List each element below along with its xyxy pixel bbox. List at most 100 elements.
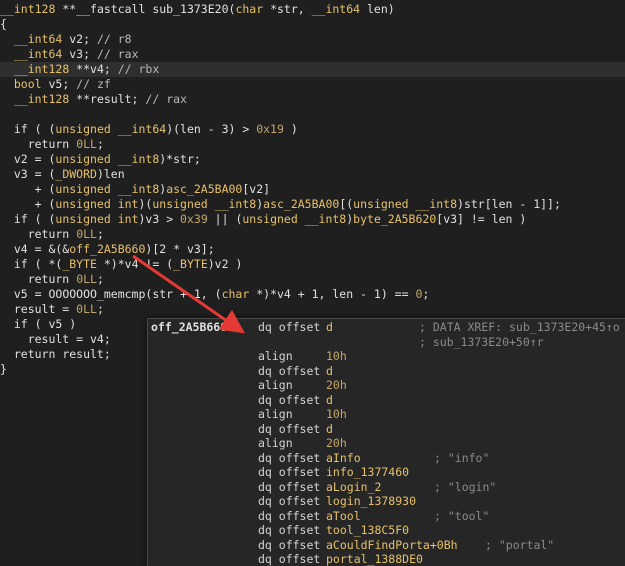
disasm-operand[interactable]: 20h xyxy=(326,378,347,393)
code-line[interactable]: + (unsigned __int8)asc_2A5BA00[v2] xyxy=(0,182,270,197)
disasm-operand[interactable]: 20h xyxy=(326,436,347,451)
disasm-row: dq offset d xyxy=(148,364,625,379)
code-token: )v3 > xyxy=(138,212,181,226)
code-line[interactable]: v2 = (unsigned __int8)*str; xyxy=(0,152,201,167)
code-token: v5; xyxy=(41,77,77,91)
code-line[interactable]: return result; xyxy=(0,347,111,362)
code-token: return xyxy=(0,347,56,361)
code-token: 0x39 xyxy=(180,212,208,226)
code-token: ; xyxy=(96,272,104,286)
code-token: ( v5 ) xyxy=(27,317,77,331)
disasm-row: dq offset aTool ; "tool" xyxy=(148,509,625,524)
code-token: __int128 xyxy=(13,62,70,76)
disasm-label[interactable]: off_2A5B660 xyxy=(151,320,227,335)
code-token: **v4; xyxy=(69,62,118,76)
code-line[interactable]: if ( (unsigned int)v3 > 0x39 || (unsigne… xyxy=(0,212,526,227)
code-token: __int128 xyxy=(13,92,70,106)
code-token: char xyxy=(221,287,250,301)
code-token: ; xyxy=(96,137,104,151)
disasm-comment: ; "login" xyxy=(434,479,497,494)
disasm-operand[interactable]: 10h xyxy=(326,407,347,422)
code-token: unsigned int xyxy=(55,212,139,226)
code-token: if xyxy=(0,257,28,271)
disasm-operand[interactable]: aInfo xyxy=(326,451,361,466)
disasm-instruction: align xyxy=(258,349,293,363)
disasm-operand[interactable]: d xyxy=(326,422,333,437)
code-token: } xyxy=(0,362,7,376)
code-token: )str[len - 1]]; xyxy=(457,197,561,211)
code-token: )len xyxy=(96,167,125,181)
code-token: __fastcall sub_1373E20 xyxy=(76,2,229,16)
code-token: // r8 xyxy=(96,32,132,46)
code-line[interactable]: if ( *(_BYTE *)*v4 != (_BYTE)v2 ) xyxy=(0,257,243,272)
disasm-operand[interactable]: login_1378930 xyxy=(326,494,416,509)
code-line[interactable]: { xyxy=(0,17,7,32)
code-line[interactable]: bool v5; // zf xyxy=(0,77,111,92)
code-token: unsigned __int8 xyxy=(353,197,458,211)
disasm-operand[interactable]: info_1377460 xyxy=(326,465,409,480)
disasm-row: dq offset d xyxy=(148,393,625,408)
code-token: // rbx xyxy=(117,62,160,76)
code-token: ) xyxy=(283,122,298,136)
code-token: )(len - 3) > xyxy=(166,122,257,136)
code-token: 0LL xyxy=(76,272,97,286)
code-line[interactable]: __int128 **v4; // rbx xyxy=(0,62,159,77)
code-line[interactable]: __int64 v2; // r8 xyxy=(0,32,132,47)
code-token: { xyxy=(0,17,7,31)
code-line[interactable]: } xyxy=(0,362,7,377)
code-token: v3 = ( xyxy=(0,167,56,181)
disasm-operand[interactable]: d xyxy=(326,364,333,379)
code-line[interactable]: v3 = (_DWORD)len xyxy=(0,167,125,182)
code-token: *)*v4 + 1, len - 1) == xyxy=(249,287,416,301)
disasm-comment: ; "portal" xyxy=(485,537,555,552)
disasm-operand[interactable]: 10h xyxy=(326,349,347,364)
code-line[interactable]: __int128 **__fastcall sub_1373E20(char *… xyxy=(0,2,395,17)
code-line[interactable]: v5 = OOOOOOO_memcmp(str + 1, (char *)*v4… xyxy=(0,287,429,302)
code-token: _BYTE xyxy=(173,257,208,271)
code-line[interactable]: result = 0LL; xyxy=(0,302,104,317)
disasm-comment: ; "info" xyxy=(434,450,490,465)
code-line[interactable]: __int128 **result; // rax xyxy=(0,92,187,107)
disasm-row: align 10h xyxy=(148,407,625,422)
disasm-operand[interactable]: tool_138C5F0 xyxy=(326,523,409,538)
disasm-operand[interactable]: aLogin_2 xyxy=(326,480,381,495)
disasm-instruction: dq offset xyxy=(258,465,321,479)
code-line[interactable]: return 0LL; xyxy=(0,227,104,242)
code-token[interactable]: off_2A5B660 xyxy=(69,242,145,256)
code-token[interactable]: asc_2A5BA00 xyxy=(166,182,242,196)
disasm-instruction: align xyxy=(258,378,293,392)
code-line[interactable]: return 0LL; xyxy=(0,272,104,287)
disasm-operand[interactable]: d xyxy=(326,320,333,335)
code-token: *str, xyxy=(263,2,312,16)
disasm-operand[interactable]: portal_1388DE0 xyxy=(326,552,423,566)
disasm-instruction: dq offset xyxy=(258,479,321,494)
code-token: if xyxy=(0,212,28,226)
disasm-operand[interactable]: d xyxy=(326,393,333,408)
code-line[interactable]: + (unsigned int)(unsigned __int8)asc_2A5… xyxy=(0,197,561,212)
code-line[interactable]: __int64 v3; // rax xyxy=(0,47,139,62)
disasm-operand[interactable]: aCouldFindPorta+0Bh xyxy=(326,538,458,553)
code-line[interactable]: if ( (unsigned __int64)(len - 3) > 0x19 … xyxy=(0,122,298,137)
disasm-operand[interactable]: aTool xyxy=(326,509,361,524)
disasm-comment: ; "tool" xyxy=(434,508,490,523)
code-token: return xyxy=(0,137,70,151)
code-token: v3; xyxy=(62,47,97,61)
disasm-instruction: dq offset xyxy=(258,552,321,566)
code-token: _BYTE xyxy=(62,257,97,271)
code-token: v2; xyxy=(62,32,97,46)
code-token[interactable]: byte_2A5B620 xyxy=(353,212,436,226)
code-token: result = v4; xyxy=(0,332,111,346)
code-token: || ( xyxy=(207,212,243,226)
code-line[interactable]: v4 = &(&off_2A5B660)[2 * v3]; xyxy=(0,242,215,257)
code-token: 0x19 xyxy=(256,122,284,136)
code-line[interactable]: result = v4; xyxy=(0,332,111,347)
code-line[interactable]: if ( v5 ) xyxy=(0,317,76,332)
code-line[interactable]: return 0LL; xyxy=(0,137,104,152)
code-token: unsigned __int8 xyxy=(55,152,160,166)
code-token: ( ( xyxy=(27,122,56,136)
code-token[interactable]: asc_2A5BA00 xyxy=(263,197,339,211)
disasm-comment: ; DATA XREF: sub_1373E20+45↑o xyxy=(419,320,620,334)
code-token: _DWORD xyxy=(55,167,97,181)
